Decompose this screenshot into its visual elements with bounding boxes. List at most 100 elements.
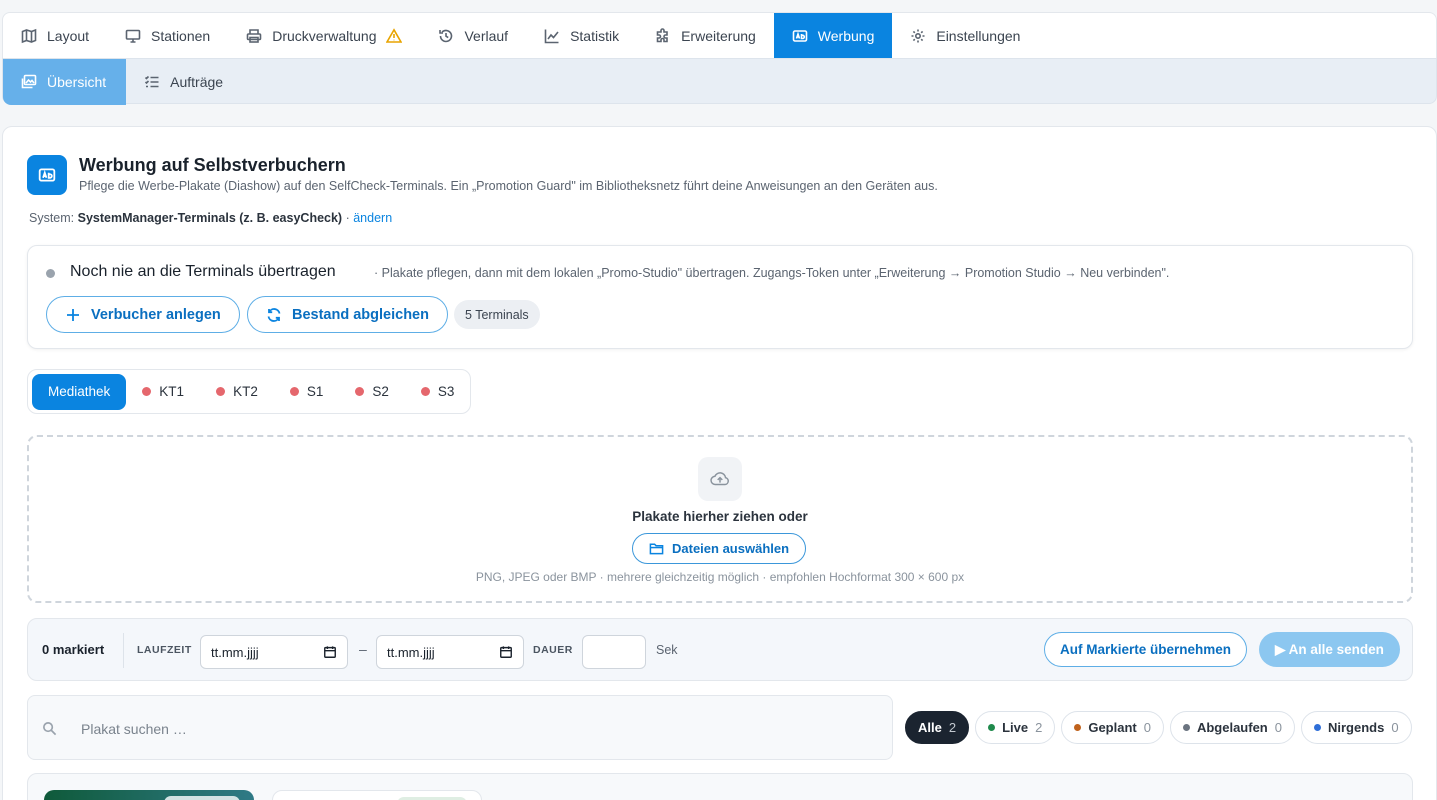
button-label: Dateien auswählen <box>672 541 790 556</box>
status-dot <box>1314 724 1321 731</box>
segment-label: S1 <box>306 384 324 399</box>
puzzle-icon <box>656 28 668 43</box>
tab-einstellungen[interactable]: Einstellungen <box>892 13 1038 59</box>
terminal-segment-bar: Mediathek KT1 KT2 S1 S2 S3 <box>27 369 471 414</box>
segment-label: S3 <box>437 384 455 399</box>
status-dot <box>1074 724 1082 731</box>
tab-layout[interactable]: Layout <box>3 13 107 59</box>
poster-card[interactable] <box>272 790 482 800</box>
dropzone-title: Plakate hierher ziehen oder <box>632 509 808 524</box>
cloud-upload-icon <box>698 457 742 501</box>
filter-geplant[interactable]: Geplant 0 <box>1061 711 1164 744</box>
apply-to-selected-button[interactable]: Auf Markierte übernehmen <box>1044 632 1248 667</box>
status-dot <box>216 387 226 396</box>
filter-live[interactable]: Live 2 <box>975 711 1056 744</box>
filter-label: Live <box>1002 720 1029 735</box>
transfer-status-box: Noch nie an die Terminals übertragen · P… <box>27 245 1413 349</box>
tab-label: Verlauf <box>464 28 509 44</box>
status-dot <box>420 387 430 396</box>
status-title: Noch nie an die Terminals übertragen <box>70 263 336 280</box>
date-from-input[interactable]: tt.mm.jjjj <box>200 635 348 669</box>
filter-count: 0 <box>1274 720 1282 735</box>
plus-icon <box>67 308 79 321</box>
tab-label: Aufträge <box>170 74 224 90</box>
segment-kt1[interactable]: KT1 <box>126 374 200 410</box>
tab-label: Layout <box>47 28 90 44</box>
status-dot <box>142 387 152 396</box>
calendar-icon[interactable] <box>499 645 513 659</box>
filter-nirgends[interactable]: Nirgends 0 <box>1301 711 1412 744</box>
tab-statistik[interactable]: Statistik <box>526 13 637 59</box>
page-description: Pflege die Werbe-Plakate (Diashow) auf d… <box>79 179 938 193</box>
segment-s2[interactable]: S2 <box>339 374 405 410</box>
tab-label: Druckverwaltung <box>272 28 377 44</box>
filter-label: Alle <box>918 720 942 735</box>
duration-label: DAUER <box>533 644 573 656</box>
tab-werbung[interactable]: Werbung <box>773 13 893 59</box>
filter-label: Abgelaufen <box>1196 720 1268 735</box>
duration-input[interactable] <box>582 635 646 669</box>
tab-label: Einstellungen <box>936 28 1021 44</box>
status-badge <box>164 796 240 800</box>
status-dot <box>289 387 299 396</box>
system-label: System: <box>29 211 75 225</box>
map-icon <box>21 28 37 44</box>
tab-verlauf[interactable]: Verlauf <box>420 13 526 59</box>
tab-label: Werbung <box>817 28 875 44</box>
tab-auftraege[interactable]: Aufträge <box>126 59 243 105</box>
status-dot <box>1182 724 1190 731</box>
warning-icon <box>386 28 403 43</box>
status-filter-group: Alle 2 Live 2 Geplant 0 Abgelaufen 0 Nir… <box>905 711 1412 744</box>
sub-tab-bar: Übersicht Aufträge <box>2 58 1437 105</box>
ad-icon <box>27 155 67 195</box>
system-value: SystemManager-Terminals (z. B. easyCheck… <box>77 211 343 225</box>
history-icon <box>439 29 453 43</box>
tab-label: Erweiterung <box>681 28 756 44</box>
tab-druckverwaltung[interactable]: Druckverwaltung <box>228 13 420 59</box>
filter-alle[interactable]: Alle 2 <box>905 711 970 744</box>
status-dot <box>355 387 365 396</box>
segment-s1[interactable]: S1 <box>274 374 340 410</box>
send-to-all-button[interactable]: ▶ An alle senden <box>1259 632 1400 667</box>
date-placeholder: tt.mm.jjjj <box>387 644 435 660</box>
filter-count: 0 <box>1391 720 1399 735</box>
choose-files-button[interactable]: Dateien auswählen <box>632 533 807 564</box>
filter-count: 2 <box>948 720 957 735</box>
poster-search[interactable]: Plakat suchen … <box>27 695 893 760</box>
main-tab-bar: Layout Stationen Druckverwaltung Verlauf… <box>2 12 1437 59</box>
tab-label: Stationen <box>151 28 211 44</box>
gear-icon <box>911 29 925 43</box>
selected-count: 0 markiert <box>42 642 105 657</box>
segment-mediathek[interactable]: Mediathek <box>32 373 127 410</box>
segment-label: KT2 <box>233 384 258 399</box>
date-to-input[interactable]: tt.mm.jjjj <box>376 635 524 669</box>
calendar-icon[interactable] <box>323 645 337 659</box>
search-icon <box>43 722 57 736</box>
status-hint: · Plakate pflegen, dann mit dem lokalen … <box>374 266 1170 280</box>
segment-s3[interactable]: S3 <box>405 374 471 410</box>
search-input[interactable]: Plakat suchen … <box>81 721 187 737</box>
monitor-icon <box>125 29 141 43</box>
add-terminal-button[interactable]: Verbucher anlegen <box>46 296 240 333</box>
separator: · <box>345 211 350 225</box>
runtime-label: LAUFZEIT <box>137 644 192 656</box>
tab-erweiterung[interactable]: Erweiterung <box>637 13 774 59</box>
filter-abgelaufen[interactable]: Abgelaufen 0 <box>1169 711 1295 744</box>
poster-card[interactable] <box>44 790 254 800</box>
upload-dropzone[interactable]: Plakate hierher ziehen oder Dateien ausw… <box>27 435 1413 603</box>
terminal-count-badge: 5 Terminals <box>454 300 540 329</box>
date-range-separator: – <box>359 641 367 657</box>
change-system-link[interactable]: ändern <box>353 211 392 225</box>
tab-uebersicht[interactable]: Übersicht <box>3 59 127 105</box>
segment-kt2[interactable]: KT2 <box>200 374 274 410</box>
tab-stationen[interactable]: Stationen <box>107 13 228 59</box>
folder-icon <box>649 543 664 555</box>
sync-inventory-button[interactable]: Bestand abgleichen <box>247 296 448 333</box>
filter-count: 0 <box>1143 720 1151 735</box>
main-card: Werbung auf Selbstverbuchern Pflege die … <box>2 126 1437 800</box>
duration-unit: Sek <box>656 643 678 657</box>
filter-count: 2 <box>1035 720 1043 735</box>
status-dot <box>988 724 996 731</box>
tab-label: Statistik <box>570 28 620 44</box>
divider <box>123 633 124 668</box>
